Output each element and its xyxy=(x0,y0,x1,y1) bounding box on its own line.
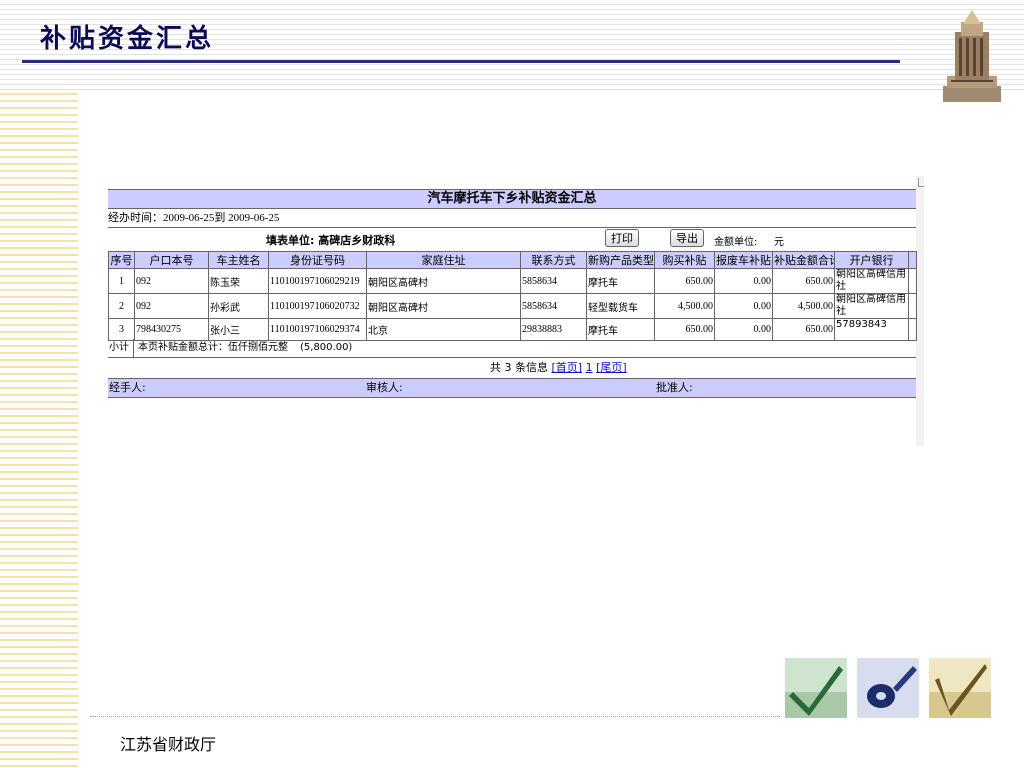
cell-name: 孙彩武 xyxy=(208,293,269,319)
subtotal-amount: (5,800.00) xyxy=(300,342,353,353)
cell-id: 110100197106029219 xyxy=(268,268,367,294)
report-title: 汽车摩托车下乡补贴资金汇总 xyxy=(108,189,916,209)
cell-scrap: 0.00 xyxy=(714,268,773,294)
amount-unit-value: 元 xyxy=(774,237,784,248)
cell-total: 650.00 xyxy=(772,318,835,341)
column-header: 报废车补贴 xyxy=(714,251,773,269)
first-page-link[interactable]: [首页] xyxy=(552,361,583,374)
pagination: 共 3 条信息 [首页] 1 [尾页] xyxy=(108,358,916,378)
slide-title: 补贴资金汇总 xyxy=(40,24,215,54)
report-window: 汽车摩托车下乡补贴资金汇总 经办时间：2009-06-25到 2009-06-2… xyxy=(108,176,924,446)
cell-scrap: 0.00 xyxy=(714,318,773,341)
resize-icon xyxy=(918,178,924,187)
left-decoration-lines xyxy=(0,88,78,768)
export-button[interactable]: 导出 xyxy=(670,229,704,247)
cell-no: 1 xyxy=(108,268,135,294)
cell-spacer xyxy=(908,293,917,319)
page-number-link[interactable]: 1 xyxy=(586,361,593,374)
cell-total: 650.00 xyxy=(772,268,835,294)
scrollbar[interactable] xyxy=(916,176,924,446)
record-count: 共 3 条信息 xyxy=(490,361,548,374)
subtotal-label: 小计 xyxy=(109,339,134,357)
last-page-link[interactable]: [尾页] xyxy=(596,361,627,374)
column-header: 购买补贴 xyxy=(654,251,715,269)
cell-spacer xyxy=(908,268,917,294)
cell-phone: 29838883 xyxy=(520,318,587,341)
pen-check-icon xyxy=(929,658,991,718)
cell-bank: 朝阳区高碑信用社 xyxy=(834,268,909,294)
cell-bank: 57893843 xyxy=(834,318,909,341)
cell-scrap: 0.00 xyxy=(714,293,773,319)
column-header: 补贴金额合计 xyxy=(772,251,835,269)
column-header: 新购产品类型 xyxy=(586,251,655,269)
cell-spacer xyxy=(908,318,917,341)
column-header-spacer xyxy=(908,251,917,269)
amount-unit-label: 金额单位: xyxy=(714,237,758,248)
cell-total: 4,500.00 xyxy=(772,293,835,319)
column-header: 序号 xyxy=(108,251,135,269)
footer-org: 江苏省财政厅 xyxy=(120,735,217,754)
cell-no: 3 xyxy=(108,318,135,341)
date-range: 经办时间：2009-06-25到 2009-06-25 xyxy=(108,209,916,228)
cell-hukou: 092 xyxy=(134,293,209,319)
cell-address: 朝阳区高碑村 xyxy=(366,268,521,294)
disc-icon xyxy=(857,658,919,718)
table-row: 1 092 陈玉荣 110100197106029219 朝阳区高碑村 5858… xyxy=(108,268,917,294)
fill-unit-row: 填表单位: 高碑店乡财政科 打印 导出 金额单位: 元 xyxy=(108,227,916,252)
column-header: 身份证号码 xyxy=(268,251,367,269)
cell-product: 轻型载货车 xyxy=(586,293,655,319)
signature-row: 经手人: 审核人: 批准人: xyxy=(108,378,916,398)
column-header: 联系方式 xyxy=(520,251,587,269)
fill-unit: 填表单位: 高碑店乡财政科 xyxy=(266,234,396,247)
column-header: 户口本号 xyxy=(134,251,209,269)
column-header: 家庭住址 xyxy=(366,251,521,269)
cell-no: 2 xyxy=(108,293,135,319)
subtotal-row: 小计 本页补贴金额总计：伍仟捌佰元整 (5,800.00) xyxy=(108,339,916,358)
column-header: 车主姓名 xyxy=(208,251,269,269)
subsidy-table: 序号 户口本号 车主姓名 身份证号码 家庭住址 联系方式 新购产品类型 购买补贴… xyxy=(108,251,917,341)
cell-id: 110100197106029374 xyxy=(268,318,367,341)
cell-purchase: 650.00 xyxy=(654,318,715,341)
cell-address: 北京 xyxy=(366,318,521,341)
table-row: 2 092 孙彩武 110100197106020732 朝阳区高碑村 5858… xyxy=(108,293,917,319)
cell-bank: 朝阳区高碑信用社 xyxy=(834,293,909,319)
handler-label: 经手人: xyxy=(109,381,146,394)
cell-name: 陈玉荣 xyxy=(208,268,269,294)
cell-purchase: 4,500.00 xyxy=(654,293,715,319)
cell-phone: 5858634 xyxy=(520,268,587,294)
checkmark-icon xyxy=(785,658,847,718)
cell-purchase: 650.00 xyxy=(654,268,715,294)
print-button[interactable]: 打印 xyxy=(605,229,639,247)
cell-product: 摩托车 xyxy=(586,268,655,294)
cell-hukou: 798430275 xyxy=(134,318,209,341)
cell-product: 摩托车 xyxy=(586,318,655,341)
cell-hukou: 092 xyxy=(134,268,209,294)
cell-name: 张小三 xyxy=(208,318,269,341)
reviewer-label: 审核人: xyxy=(366,381,403,394)
cell-address: 朝阳区高碑村 xyxy=(366,293,521,319)
title-underline xyxy=(22,60,900,63)
subtotal-text: 本页补贴金额总计：伍仟捌佰元整 xyxy=(138,342,288,353)
cell-id: 110100197106020732 xyxy=(268,293,367,319)
column-header: 开户银行 xyxy=(834,251,909,269)
approver-label: 批准人: xyxy=(656,381,693,394)
table-header-row: 序号 户口本号 车主姓名 身份证号码 家庭住址 联系方式 新购产品类型 购买补贴… xyxy=(108,251,917,269)
footer-divider xyxy=(90,716,780,717)
building-icon xyxy=(943,10,1001,102)
cell-phone: 5858634 xyxy=(520,293,587,319)
table-row: 3 798430275 张小三 110100197106029374 北京 29… xyxy=(108,318,917,341)
